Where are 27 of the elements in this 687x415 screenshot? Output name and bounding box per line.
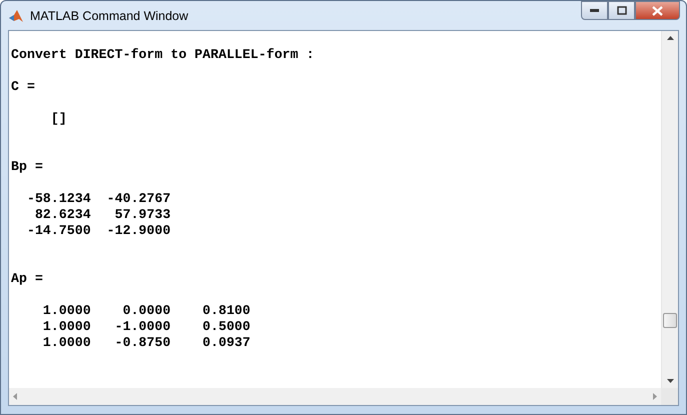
- output-line: Bp =: [11, 159, 43, 175]
- window-title: MATLAB Command Window: [30, 8, 188, 22]
- close-icon: [652, 6, 663, 16]
- scroll-thumb[interactable]: [663, 313, 677, 328]
- output-line: 82.6234 57.9733: [34, 207, 171, 223]
- scroll-up-icon[interactable]: [667, 36, 674, 40]
- scroll-right-icon[interactable]: [653, 393, 657, 400]
- output-line: C =: [11, 79, 35, 95]
- maximize-button[interactable]: [608, 1, 635, 20]
- scroll-left-icon[interactable]: [13, 393, 17, 400]
- output-line: 1.0000 -1.0000 0.5000: [42, 319, 250, 335]
- output-line: Ap =: [11, 271, 43, 287]
- maximize-icon: [616, 6, 626, 15]
- output-line: -14.7500 -12.9000: [26, 223, 171, 239]
- vertical-scrollbar[interactable]: [661, 31, 678, 388]
- output-line: 1.0000 0.0000 0.8100: [42, 303, 250, 319]
- minimize-icon: [590, 9, 599, 12]
- output-line: -58.1234 -40.2767: [26, 191, 171, 207]
- output-line: Convert DIRECT-form to PARALLEL-form :: [11, 47, 314, 63]
- scroll-down-icon[interactable]: [667, 379, 674, 383]
- matlab-logo-icon: [8, 8, 24, 24]
- output-line: 1.0000 -0.8750 0.0937: [42, 335, 250, 351]
- scrollbar-corner: [661, 388, 678, 405]
- horizontal-scrollbar[interactable]: [9, 388, 661, 405]
- output-line: []: [50, 111, 67, 127]
- close-button[interactable]: [635, 1, 680, 20]
- minimize-button[interactable]: [581, 1, 608, 20]
